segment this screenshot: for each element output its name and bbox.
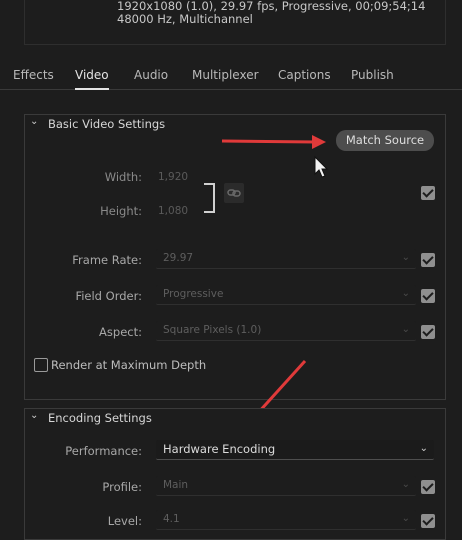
mouse-cursor-icon — [314, 155, 329, 178]
collapse-chevron-icon[interactable]: ⌄ — [30, 410, 38, 421]
render-max-depth-checkbox[interactable] — [34, 358, 48, 372]
chevron-down-icon: ⌄ — [401, 479, 410, 490]
field-order-select[interactable]: Progressive ⌄ — [156, 285, 416, 305]
frame-rate-select[interactable]: 29.97 ⌄ — [156, 249, 416, 269]
width-value: 1,920 — [158, 171, 189, 183]
performance-value: Hardware Encoding — [163, 442, 276, 456]
arrow-to-match-source — [221, 135, 326, 149]
height-label: Height: — [100, 204, 142, 218]
profile-value: Main — [163, 479, 189, 491]
render-max-depth-label: Render at Maximum Depth — [51, 358, 207, 372]
aspect-value: Square Pixels (1.0) — [163, 324, 262, 336]
chevron-down-icon: ⌄ — [419, 443, 428, 454]
dimension-link-bracket — [204, 183, 215, 213]
field-order-checkbox[interactable] — [421, 289, 435, 303]
field-order-label: Field Order: — [75, 289, 142, 303]
profile-label: Profile: — [102, 480, 142, 494]
field-order-value: Progressive — [163, 288, 224, 300]
frame-rate-checkbox[interactable] — [421, 253, 435, 267]
frame-rate-value: 29.97 — [163, 252, 194, 264]
frame-rate-label: Frame Rate: — [72, 253, 142, 267]
height-value: 1,080 — [158, 205, 189, 217]
chevron-down-icon: ⌄ — [401, 288, 410, 299]
dimensions-match-checkbox[interactable] — [421, 186, 435, 200]
profile-checkbox[interactable] — [421, 480, 435, 494]
performance-label: Performance: — [65, 444, 142, 458]
chevron-down-icon: ⌄ — [401, 513, 410, 524]
chevron-down-icon: ⌄ — [401, 324, 410, 335]
aspect-select[interactable]: Square Pixels (1.0) ⌄ — [156, 321, 416, 341]
link-dimensions-icon[interactable] — [224, 183, 244, 203]
encoding-settings-title: Encoding Settings — [48, 411, 152, 425]
level-value: 4.1 — [163, 513, 180, 525]
performance-select[interactable]: Hardware Encoding ⌄ — [156, 440, 434, 460]
level-checkbox[interactable] — [421, 514, 435, 528]
aspect-label: Aspect: — [99, 325, 142, 339]
level-select[interactable]: 4.1 ⌄ — [156, 510, 416, 530]
level-label: Level: — [107, 514, 142, 528]
aspect-checkbox[interactable] — [421, 325, 435, 339]
width-label: Width: — [104, 170, 142, 184]
profile-select[interactable]: Main ⌄ — [156, 476, 416, 496]
chevron-down-icon: ⌄ — [401, 252, 410, 263]
